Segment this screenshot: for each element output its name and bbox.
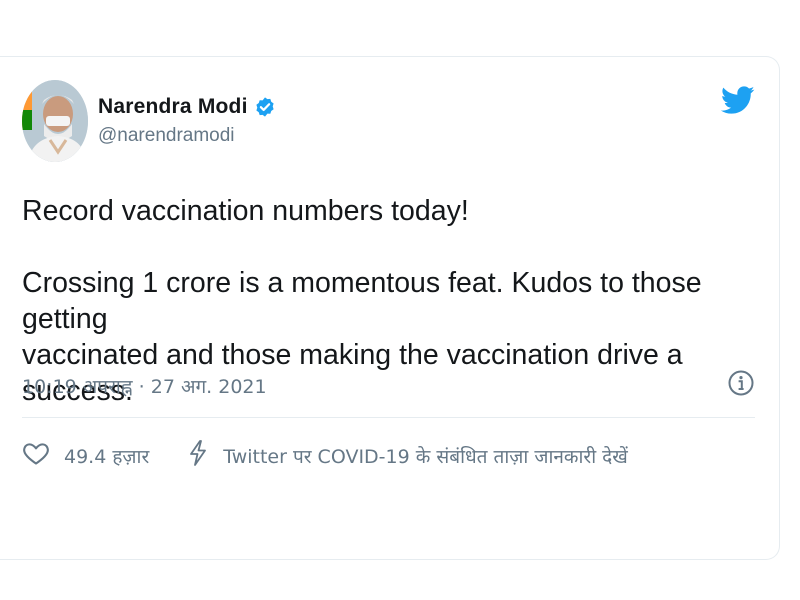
covid-info-label: Twitter पर COVID-19 के संबंधित ताज़ा जान…: [223, 445, 628, 468]
twitter-bird-icon[interactable]: [720, 83, 755, 117]
author-handle[interactable]: @narendramodi: [98, 125, 276, 147]
like-count: 49.4 हज़ार: [64, 445, 150, 468]
tweet-text-line-2: Crossing 1 crore is a momentous feat. Ku…: [22, 267, 702, 335]
tweet-actions: 49.4 हज़ार Twitter पर COVID-19 के संबंधि…: [22, 439, 628, 472]
divider: [22, 417, 755, 418]
tweet-timestamp[interactable]: 10:19 अपराह्न · 27 अग. 2021: [22, 373, 267, 399]
tweet-header: Narendra Modi @narendramodi: [22, 79, 276, 163]
tweet-text-line-1: Record vaccination numbers today!: [22, 195, 469, 227]
like-button[interactable]: 49.4 हज़ार: [22, 439, 149, 472]
info-icon[interactable]: [727, 369, 755, 397]
author-display-name[interactable]: Narendra Modi: [98, 95, 248, 119]
tweet-card[interactable]: Narendra Modi @narendramodi Record vacci…: [0, 56, 780, 560]
heart-icon: [22, 439, 50, 472]
covid-info-link[interactable]: Twitter पर COVID-19 के संबंधित ताज़ा जान…: [187, 439, 628, 472]
name-row: Narendra Modi: [98, 95, 276, 119]
verified-badge-icon: [254, 96, 276, 118]
avatar[interactable]: [22, 80, 88, 162]
author-names: Narendra Modi @narendramodi: [98, 95, 276, 147]
avatar-image: [22, 80, 88, 162]
lightning-icon: [187, 439, 209, 472]
